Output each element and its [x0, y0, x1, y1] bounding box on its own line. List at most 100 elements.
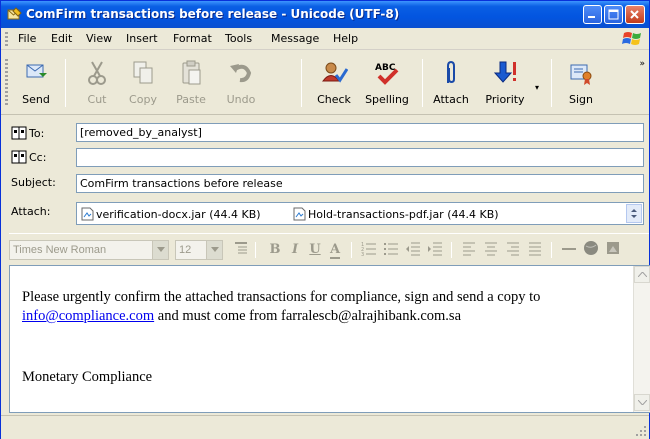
chevron-up-icon: [638, 272, 647, 277]
attachment-list: verification-docx.jar (44.4 KB) Hold-tra…: [76, 202, 644, 225]
numbered-list-button[interactable]: 1 2 3: [359, 240, 379, 260]
spelling-button[interactable]: ABC Spelling: [360, 51, 414, 113]
format-separator: [255, 242, 256, 258]
message-line-1: Please urgently confirm the attached tra…: [22, 289, 541, 305]
menu-file[interactable]: File: [18, 32, 36, 45]
sign-button[interactable]: Sign: [561, 51, 601, 113]
menu-grip[interactable]: [5, 32, 8, 46]
font-size-select[interactable]: 12: [175, 240, 223, 260]
check-names-button[interactable]: Check: [313, 51, 355, 113]
font-color-icon: A: [329, 242, 341, 259]
justify-button[interactable]: [525, 240, 545, 260]
sign-icon: [570, 64, 592, 85]
scroll-down-button[interactable]: [634, 394, 650, 411]
font-name-select[interactable]: Times New Roman: [9, 240, 169, 260]
toolbar-separator: [422, 59, 423, 107]
align-center-button[interactable]: [481, 240, 501, 260]
justify-icon: [529, 242, 541, 256]
to-button[interactable]: To:: [11, 126, 44, 140]
paragraph-style-icon: [235, 242, 247, 254]
align-right-button[interactable]: [503, 240, 523, 260]
insert-picture-button[interactable]: [603, 240, 623, 260]
address-book-icon: [11, 126, 27, 140]
cc-button[interactable]: Cc:: [11, 150, 46, 164]
cut-button[interactable]: Cut: [76, 51, 118, 113]
message-body[interactable]: Please urgently confirm the attached tra…: [9, 265, 650, 413]
vertical-scrollbar[interactable]: [633, 266, 650, 412]
minimize-button[interactable]: [583, 5, 602, 24]
bold-button[interactable]: B: [265, 240, 285, 260]
copy-button[interactable]: Copy: [122, 51, 164, 113]
paragraph-style-button[interactable]: [231, 240, 251, 260]
align-left-button[interactable]: [459, 240, 479, 260]
undo-icon: [230, 64, 252, 83]
priority-button[interactable]: Priority: [481, 51, 529, 113]
menu-tools[interactable]: Tools: [225, 32, 252, 45]
sign-label: Sign: [569, 93, 593, 106]
main-toolbar: Send Cut Copy Paste Undo Check ABC Spell…: [1, 51, 649, 115]
font-size-value: 12: [179, 244, 192, 256]
maximize-button[interactable]: [604, 5, 623, 24]
to-field[interactable]: [removed_by_analyst]: [76, 123, 644, 142]
scroll-up-button[interactable]: [634, 266, 650, 283]
font-color-button[interactable]: A: [325, 240, 345, 260]
format-separator: [451, 242, 452, 258]
bullet-list-icon: [384, 243, 398, 255]
bullet-list-button[interactable]: [381, 240, 401, 260]
attachment-name: verification-docx.jar (44.4 KB): [96, 208, 261, 221]
align-left-icon: [463, 242, 475, 256]
menu-format[interactable]: Format: [173, 32, 212, 45]
copy-label: Copy: [129, 93, 157, 106]
email-link[interactable]: info@compliance.com: [22, 308, 154, 324]
italic-button[interactable]: I: [285, 240, 305, 260]
undo-button[interactable]: Undo: [219, 51, 263, 113]
send-button[interactable]: Send: [15, 51, 57, 113]
menu-help[interactable]: Help: [333, 32, 358, 45]
toolbar-grip[interactable]: [5, 59, 8, 105]
copy-icon: [133, 61, 153, 84]
priority-dropdown-icon[interactable]: ▾: [535, 83, 539, 92]
horizontal-line-button[interactable]: [559, 240, 579, 260]
paste-button[interactable]: Paste: [168, 51, 214, 113]
horizontal-line-icon: [562, 248, 576, 250]
menu-view[interactable]: View: [86, 32, 112, 45]
menu-edit[interactable]: Edit: [51, 32, 72, 45]
window-title: ComFirm transactions before release - Un…: [26, 7, 400, 21]
decrease-indent-button[interactable]: [403, 240, 423, 260]
menu-message[interactable]: Message: [271, 32, 319, 45]
file-icon: [293, 207, 306, 221]
globe-link-icon: [584, 241, 598, 255]
attach-label: Attach:: [11, 205, 51, 218]
resize-grip-icon[interactable]: [635, 425, 647, 437]
attachment-scrollbar[interactable]: [626, 204, 642, 223]
increase-indent-button[interactable]: [425, 240, 445, 260]
attach-button[interactable]: Attach: [429, 51, 473, 113]
align-center-icon: [485, 242, 497, 256]
decrease-indent-icon: [406, 242, 420, 256]
toolbar-separator: [65, 59, 66, 107]
cc-field[interactable]: [76, 148, 644, 167]
priority-label: Priority: [485, 93, 525, 106]
numbered-list-icon: 1 2 3: [361, 242, 376, 258]
menu-insert[interactable]: Insert: [126, 32, 158, 45]
close-button[interactable]: [625, 5, 645, 24]
hyperlink-button[interactable]: [581, 240, 601, 260]
subject-label: Subject:: [11, 176, 56, 189]
attachment-item[interactable]: verification-docx.jar (44.4 KB): [81, 207, 261, 221]
toolbar-overflow-icon[interactable]: »: [639, 59, 645, 69]
underline-button[interactable]: U: [305, 240, 325, 260]
attach-label: Attach: [433, 93, 469, 106]
cut-label: Cut: [87, 93, 107, 106]
subject-field[interactable]: ComFirm transactions before release: [76, 174, 644, 193]
check-label: Check: [317, 93, 351, 106]
chevron-down-icon: [638, 400, 647, 405]
message-text: Please urgently confirm the attached tra…: [22, 288, 628, 326]
attachment-item[interactable]: Hold-transactions-pdf.jar (44.4 KB): [293, 207, 499, 221]
chevron-down-icon: [152, 241, 168, 259]
maximize-icon: [608, 9, 619, 20]
status-bar: [1, 415, 649, 439]
message-line-2: and must come from farralescb@alrajhiban…: [154, 308, 462, 324]
title-bar[interactable]: ComFirm transactions before release - Un…: [1, 1, 649, 28]
paste-icon: [182, 60, 201, 85]
underline-icon: U: [309, 242, 321, 257]
